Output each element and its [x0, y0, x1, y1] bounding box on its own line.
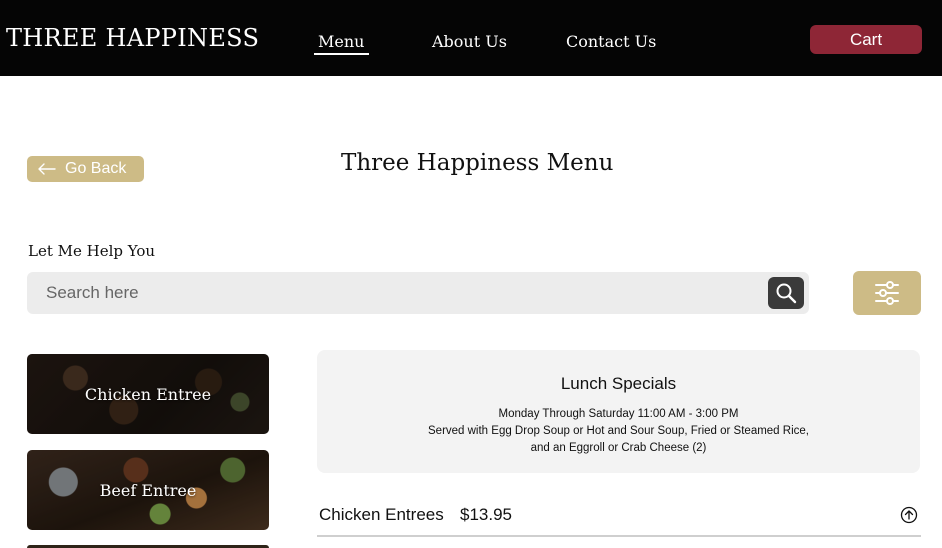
lunch-specials-panel: Lunch Specials Monday Through Saturday 1… — [317, 350, 920, 473]
search-icon — [776, 283, 797, 304]
category-card-chicken-entree[interactable]: Chicken Entree — [27, 354, 269, 434]
filter-button[interactable] — [853, 271, 921, 315]
category-label: Chicken Entree — [84, 384, 212, 404]
category-card-beef-entree[interactable]: Beef Entree — [27, 450, 269, 530]
nav-menu[interactable]: Menu — [318, 32, 364, 51]
search-section-label: Let Me Help You — [28, 242, 156, 260]
entree-section-price: $13.95 — [460, 505, 512, 524]
search-input[interactable] — [46, 272, 746, 314]
specials-title: Lunch Specials — [560, 374, 677, 393]
arrow-left-icon — [38, 163, 56, 175]
specials-hours: Monday Through Saturday 11:00 AM - 3:00 … — [498, 408, 739, 420]
go-back-label: Go Back — [65, 160, 127, 177]
brand-logo[interactable]: THREE HAPPINESS — [6, 24, 259, 52]
entree-section-name[interactable]: Chicken Entrees — [319, 505, 444, 525]
nav-about-us[interactable]: About Us — [432, 32, 507, 51]
nav-active-underline — [314, 53, 369, 55]
section-divider — [317, 535, 921, 537]
cart-button[interactable]: Cart — [810, 25, 922, 54]
search-bar — [27, 272, 809, 314]
arrow-up-circle-icon[interactable] — [900, 506, 918, 524]
category-label: Beef Entree — [99, 480, 197, 500]
specials-description: and an Eggroll or Crab Cheese (2) — [530, 442, 707, 454]
sliders-icon — [875, 281, 899, 305]
search-button[interactable] — [768, 277, 804, 309]
top-navigation-bar: THREE HAPPINESS Menu About Us Contact Us… — [0, 0, 942, 76]
page-title: Three Happiness Menu — [341, 150, 614, 176]
specials-description: Served with Egg Drop Soup or Hot and Sou… — [428, 425, 809, 437]
go-back-button[interactable]: Go Back — [27, 156, 144, 182]
nav-contact-us[interactable]: Contact Us — [566, 32, 656, 51]
